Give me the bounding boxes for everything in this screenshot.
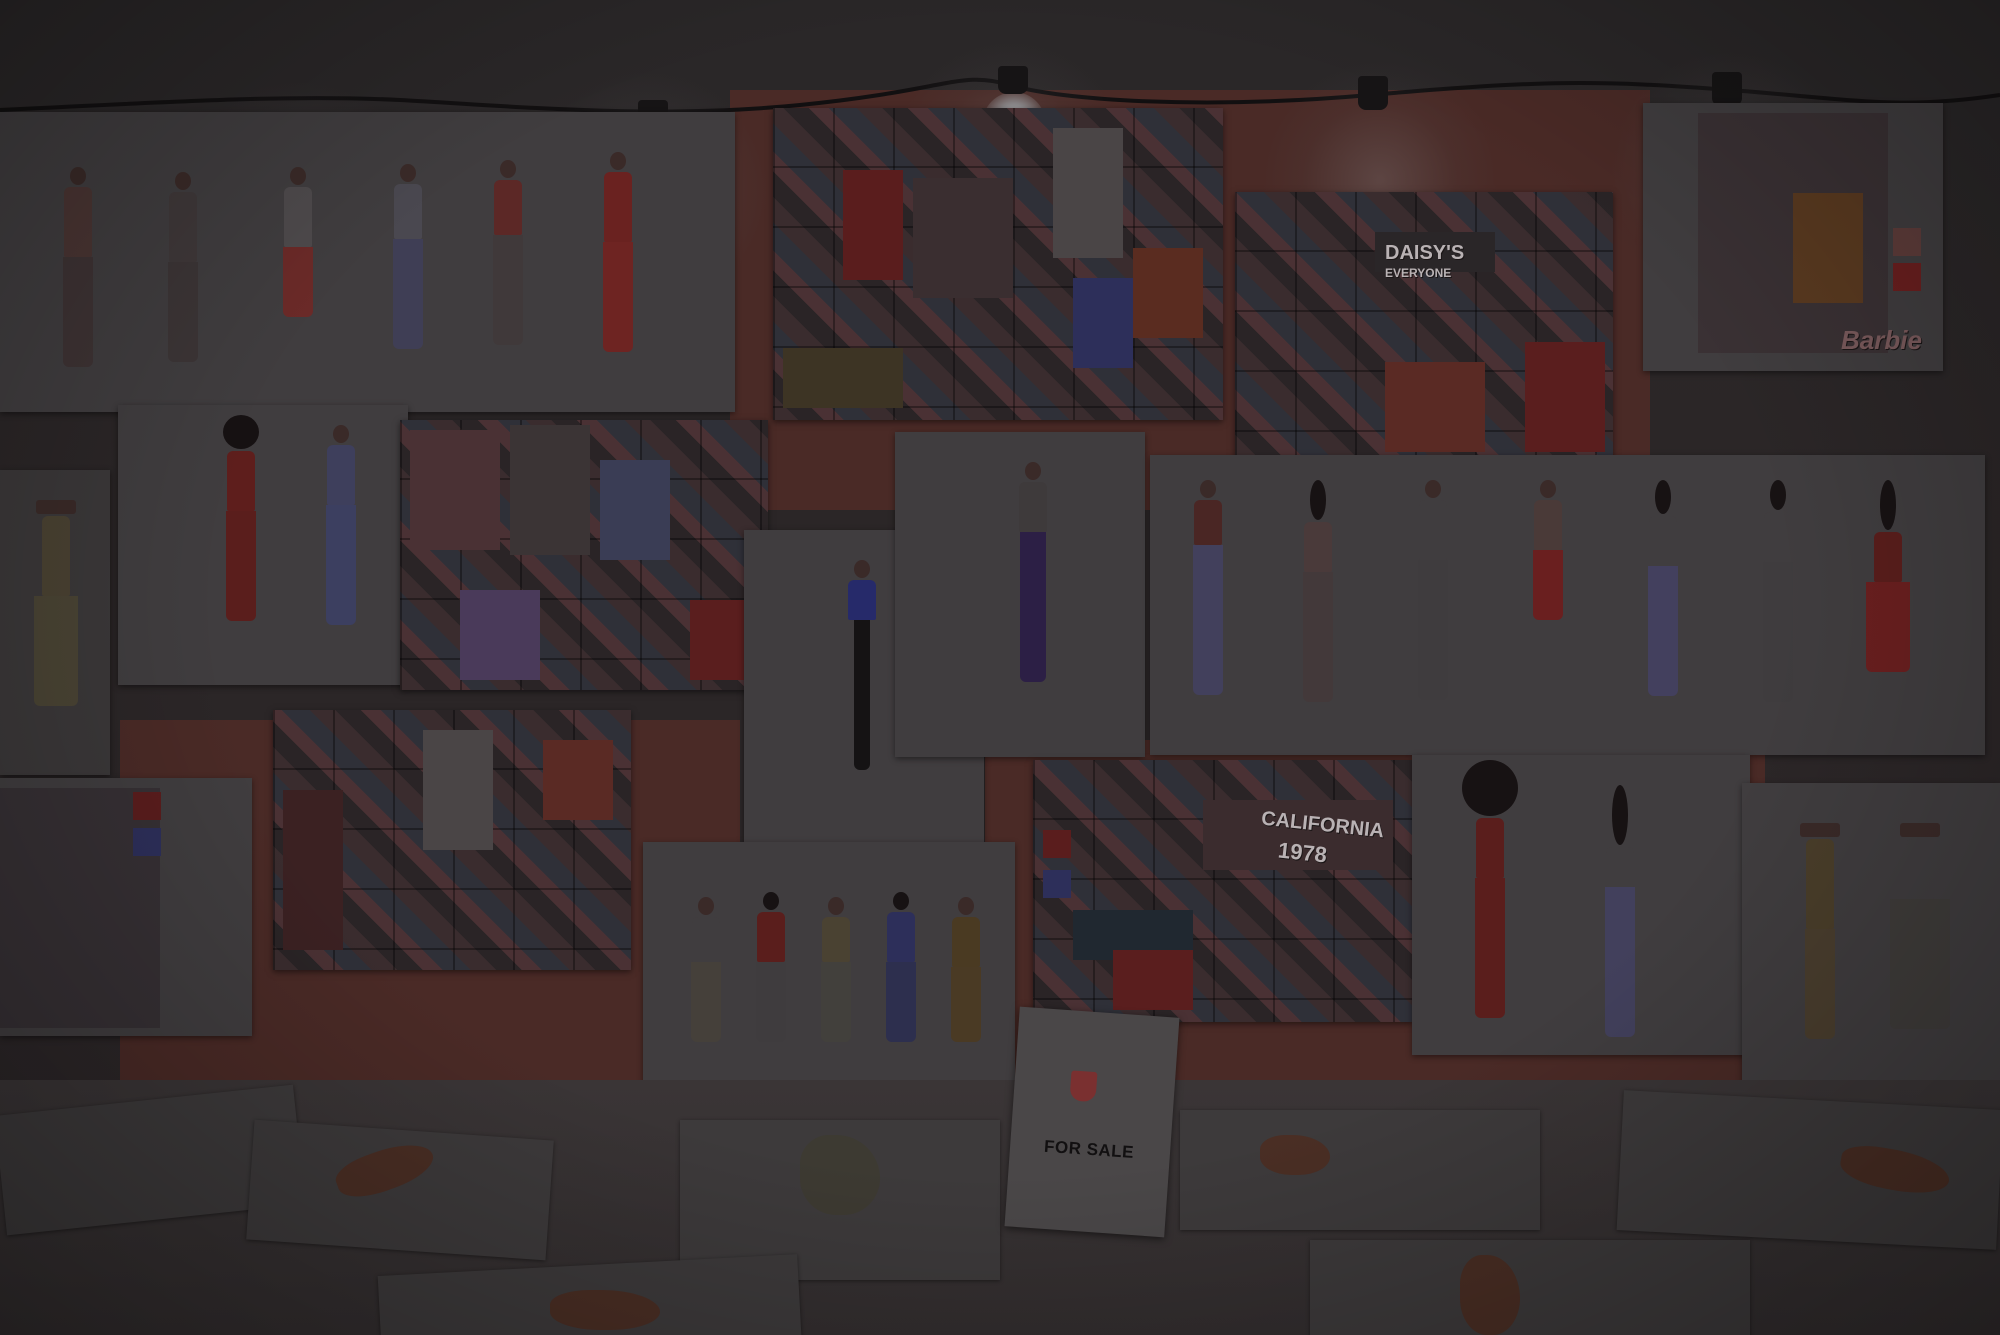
collage-headline: EVERYONE	[1385, 266, 1452, 280]
for-sale-card: FOR SALE	[1004, 1006, 1180, 1238]
fashion-figure-sketch	[1190, 480, 1226, 695]
fashion-figure-sketch	[390, 164, 426, 349]
sketch-sheet-left-middle	[0, 470, 110, 775]
fashion-figure-sketch	[165, 172, 201, 362]
sketch-sheet-bottom-right-pair	[1412, 755, 1750, 1055]
fashion-figure-sketch	[1760, 480, 1796, 702]
fashion-figure-sketch	[1890, 823, 1950, 1029]
color-swatch	[1893, 263, 1921, 291]
sketch-sheet-bottom-right	[1742, 783, 2000, 1095]
fashion-figure-sketch	[1645, 480, 1681, 696]
moodboard-collage-bottom-left	[273, 710, 631, 970]
moodboard-collage-california: CALIFORNIA 1978	[1033, 760, 1413, 1022]
fashion-figure-sketch	[1800, 823, 1840, 1039]
fashion-studio-scene: DAISY'S EVERYONE Barbie CALIFORNIA 1978 …	[0, 0, 2000, 1335]
for-sale-label: FOR SALE	[1043, 1136, 1135, 1162]
fashion-figure-sketch	[323, 425, 359, 625]
sketch-sheet-row-two-left	[118, 405, 408, 685]
loose-sketch-sheet	[1180, 1110, 1540, 1230]
loose-sketch-sheet	[246, 1119, 554, 1261]
fashion-figure-sketch	[280, 167, 316, 317]
fashion-figure-sketch	[688, 897, 724, 1042]
fashion-figure-sketch	[1866, 480, 1910, 672]
loose-sketch-drawing	[550, 1290, 660, 1330]
moodboard-collage-top-center	[773, 108, 1223, 420]
sketch-sheet-center-upper	[895, 432, 1145, 757]
collage-headline: DAISY'S	[1385, 242, 1465, 264]
lamp-socket	[1358, 76, 1388, 110]
photo-sheet-bottom-left	[0, 778, 252, 1036]
moodboard-collage-middle-left	[400, 420, 768, 690]
photo-sheet-top-right: Barbie	[1643, 103, 1943, 371]
fashion-figure-sketch	[223, 415, 259, 621]
barbie-logo-text: Barbie	[1841, 325, 1922, 355]
fashion-figure-sketch	[600, 152, 636, 352]
work-table	[0, 1080, 2000, 1335]
fashion-figure-sketch	[1415, 480, 1451, 700]
fashion-figure-sketch	[1530, 480, 1566, 620]
fashion-figure-sketch	[1015, 462, 1051, 682]
sketch-sheet-right-row	[1150, 455, 1985, 755]
fashion-figure-sketch	[34, 500, 78, 706]
loose-sketch-sheet	[1310, 1240, 1750, 1335]
sketch-sheet-bottom-center	[643, 842, 1015, 1102]
color-swatch	[1043, 870, 1071, 898]
photo-tile	[0, 788, 160, 1028]
fashion-figure-sketch	[1462, 760, 1518, 1018]
loose-sketch-drawing	[1260, 1135, 1330, 1175]
fashion-figure-sketch	[60, 167, 96, 367]
fashion-figure-sketch	[883, 892, 919, 1042]
lamp-socket	[998, 66, 1028, 94]
photo-tile	[1793, 193, 1863, 303]
fashion-figure-sketch	[753, 892, 789, 1042]
moodboard-collage-top-right: DAISY'S EVERYONE	[1235, 192, 1613, 460]
fashion-figure-sketch	[490, 160, 526, 345]
fashion-figure-sketch	[818, 897, 854, 1042]
color-swatch	[133, 828, 161, 856]
color-swatch	[1043, 830, 1071, 858]
collage-headline: 1978	[1276, 837, 1329, 868]
shield-logo-icon	[1069, 1070, 1098, 1103]
sketch-sheet-top-left	[0, 112, 735, 412]
fashion-figure-sketch	[844, 560, 880, 770]
color-swatch	[133, 792, 161, 820]
fashion-figure-sketch	[1602, 785, 1638, 1037]
color-swatch	[1893, 228, 1921, 256]
lamp-socket	[1712, 72, 1742, 106]
fashion-figure-sketch	[948, 897, 984, 1042]
fashion-figure-sketch	[1300, 480, 1336, 702]
